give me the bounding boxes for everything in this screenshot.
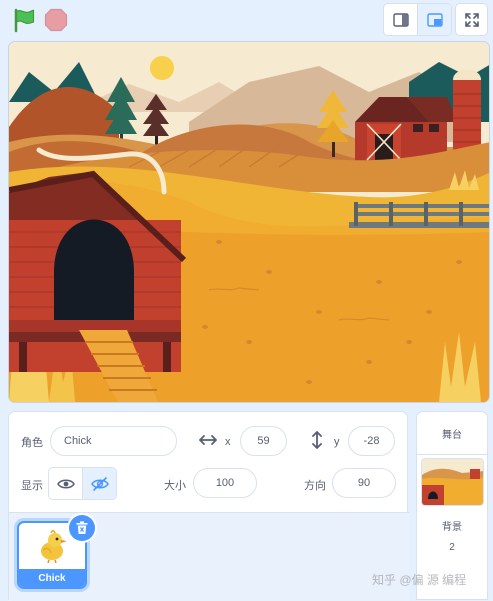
small-stage-button[interactable] [384,4,417,35]
stage-size-toggle [383,3,452,36]
y-position-input[interactable]: -28 [348,426,395,456]
show-sprite-button[interactable] [49,468,82,499]
normal-stage-button[interactable] [417,4,451,35]
eye-slash-icon [90,476,109,491]
stage-canvas[interactable] [8,41,490,403]
size-input[interactable]: 100 [193,468,257,498]
y-label: y [334,436,340,448]
show-label: 显示 [21,480,43,492]
stop-sign-icon[interactable] [44,8,68,32]
toolbar [0,0,493,40]
sprite-tile-name: Chick [19,569,85,587]
stage-title: 舞台 [417,412,487,455]
delete-sprite-button[interactable] [69,515,95,541]
sprite-list: Chick [9,512,409,601]
hide-sprite-button[interactable] [82,468,116,499]
sun [150,56,174,80]
vertical-arrows-icon [312,431,322,449]
size-label: 大小 [164,480,186,492]
direction-label: 方向 [304,480,326,492]
horizontal-arrows-icon [199,435,217,445]
watermark: 知乎 @偏 源 编程 [372,573,467,587]
backdrop-thumbnail-image [422,459,483,505]
sprite-name-input[interactable]: Chick [50,426,177,456]
fullscreen-icon [464,12,479,27]
x-position-input[interactable]: 59 [240,426,287,456]
sprite-info-panel: 角色 Chick x 59 y -28 显示 大小 100 方向 90 Chic… [8,411,409,601]
chick-costume-thumbnail [41,530,67,563]
eye-icon [56,479,75,488]
small-stage-icon [392,12,409,27]
x-label: x [225,436,231,448]
backdrop-thumbnail[interactable] [421,458,484,506]
direction-input[interactable]: 90 [332,468,396,498]
visibility-toggle [48,467,117,500]
sprite-label: 角色 [21,437,43,449]
normal-stage-icon [426,12,443,27]
fence [349,202,489,228]
backdrop-count: 2 [449,542,455,553]
backdrop-label: 背景 [442,522,462,533]
fullscreen-button[interactable] [455,3,488,36]
green-flag-icon[interactable] [11,7,37,33]
trash-icon [76,521,88,534]
farm-backdrop [9,42,489,402]
